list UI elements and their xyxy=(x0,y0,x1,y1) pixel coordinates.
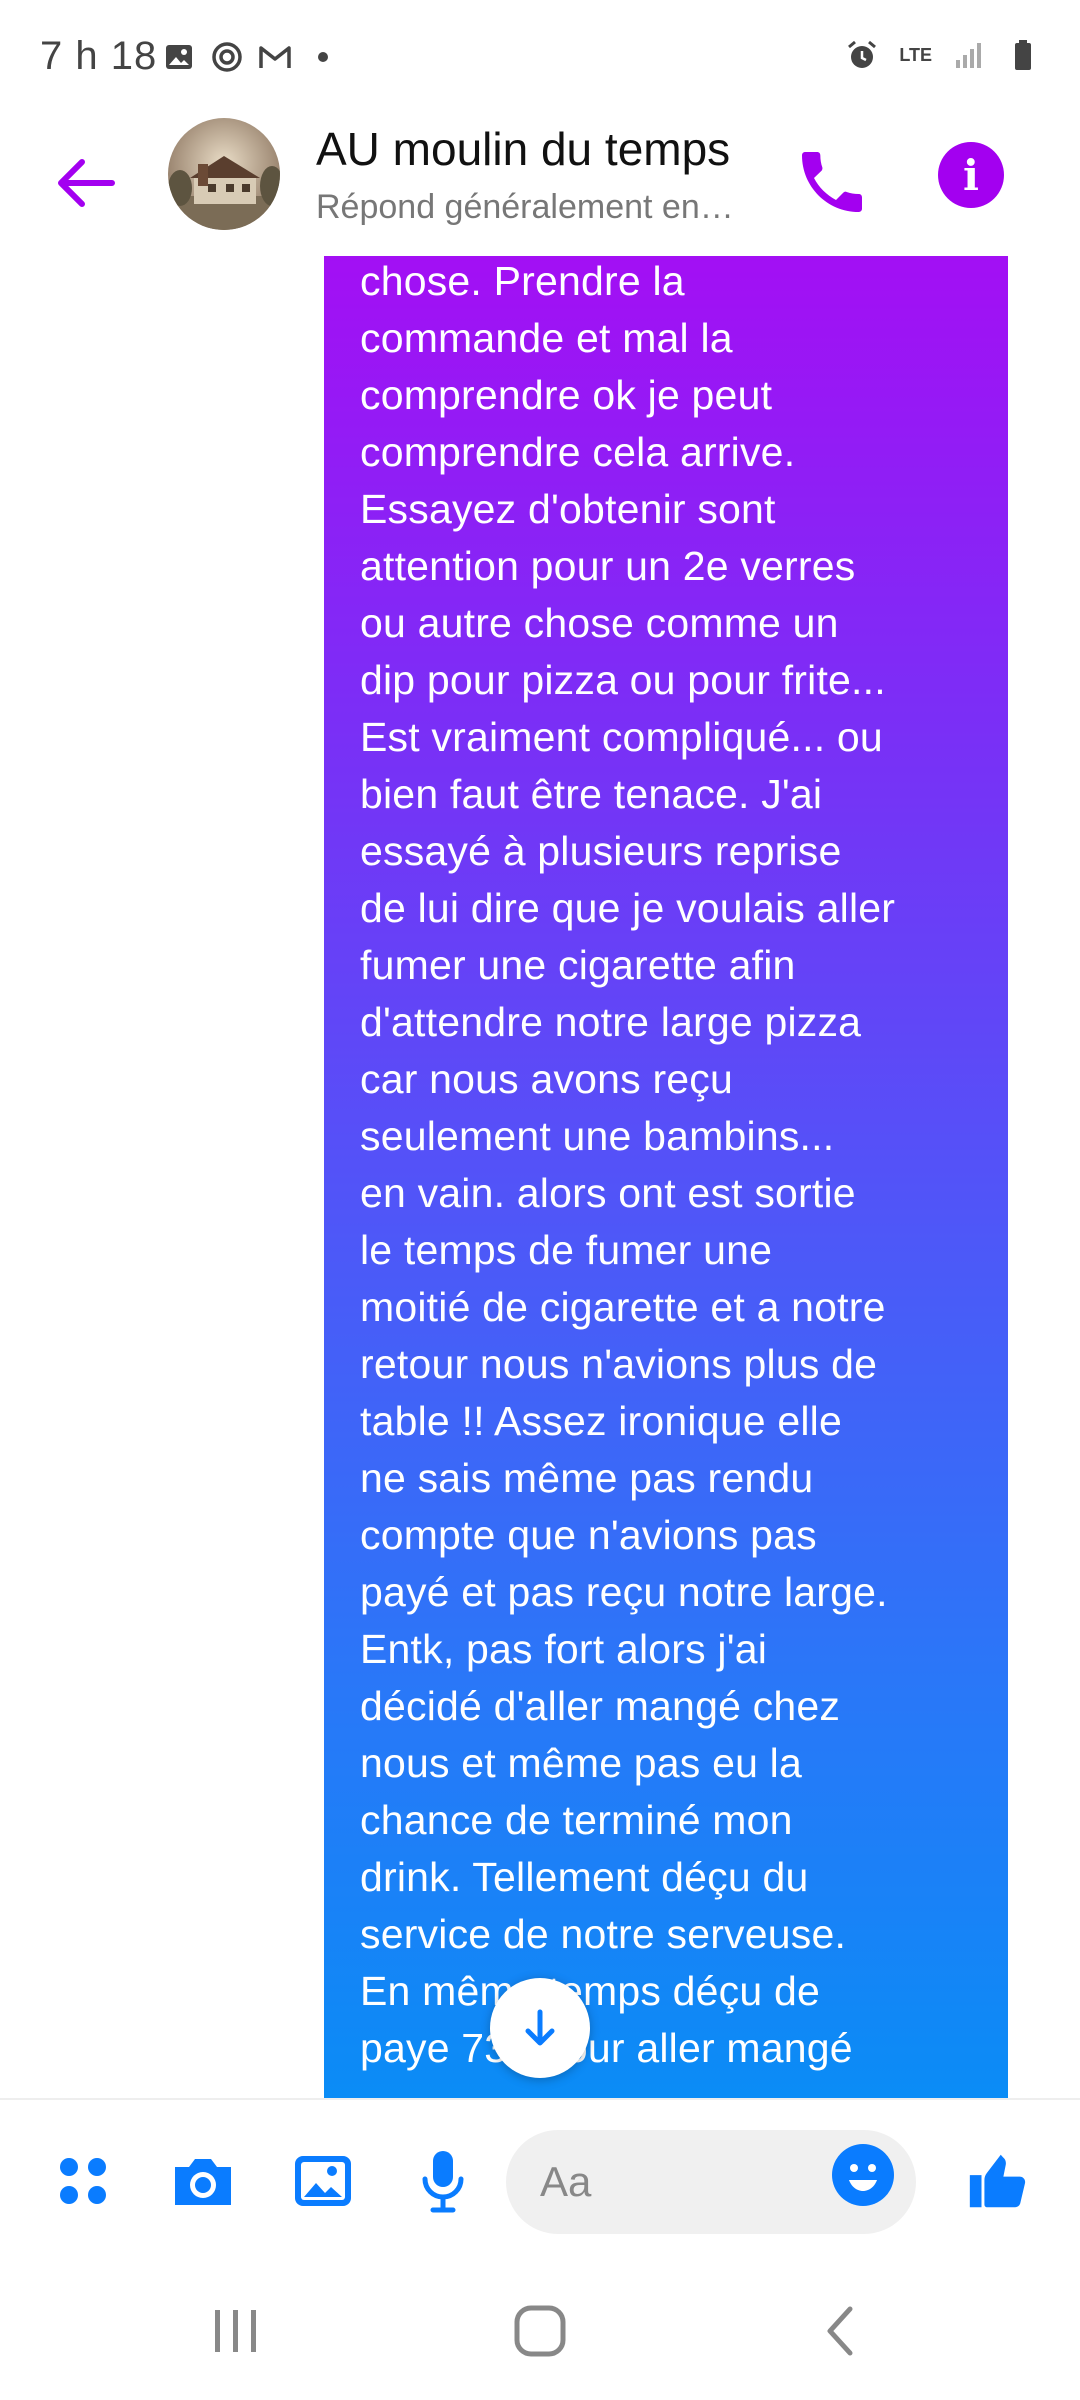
apps-button[interactable] xyxy=(46,2144,120,2218)
message-composer: Aa xyxy=(0,2098,1080,2262)
arrow-down-icon xyxy=(525,2009,555,2046)
target-notification-icon xyxy=(210,40,244,74)
sent-message-bubble[interactable]: peut pas dire la même chose. Prendre la … xyxy=(324,256,1008,2098)
info-icon: i xyxy=(963,150,979,200)
camera-button[interactable] xyxy=(166,2144,240,2218)
like-button[interactable] xyxy=(962,2144,1036,2218)
scroll-to-bottom-button[interactable] xyxy=(490,1978,590,2078)
gallery-button[interactable] xyxy=(286,2144,360,2218)
voice-button[interactable] xyxy=(406,2144,480,2218)
apps-grid-icon xyxy=(60,2158,106,2204)
emoji-icon xyxy=(833,2145,893,2205)
back-button[interactable] xyxy=(50,148,120,218)
back-nav-button[interactable] xyxy=(800,2296,880,2366)
back-icon xyxy=(827,2306,853,2356)
gallery-icon xyxy=(295,2156,351,2206)
emoji-button[interactable] xyxy=(832,2144,894,2206)
thumbs-up-icon xyxy=(969,2154,1026,2208)
home-icon xyxy=(514,2305,566,2357)
battery-icon xyxy=(1006,38,1040,72)
recent-apps-button[interactable] xyxy=(196,2296,276,2366)
system-status-icons: LTE xyxy=(845,38,1040,72)
message-thread[interactable]: peut pas dire la même chose. Prendre la … xyxy=(0,256,1080,2098)
notification-icons xyxy=(162,40,340,74)
gallery-notification-icon xyxy=(162,40,196,74)
conversation-header: AU moulin du temps Répond généralement e… xyxy=(0,118,1080,258)
home-button[interactable] xyxy=(500,2296,580,2366)
conversation-title[interactable]: AU moulin du temps xyxy=(316,122,730,176)
avatar[interactable] xyxy=(168,118,280,230)
call-button[interactable] xyxy=(792,142,872,222)
message-text: peut pas dire la même chose. Prendre la … xyxy=(360,258,896,2071)
response-time-subtitle: Répond généralement en… xyxy=(316,188,734,226)
gmail-notification-icon xyxy=(258,40,292,74)
alarm-icon xyxy=(845,38,879,72)
microphone-icon xyxy=(422,2151,464,2213)
camera-icon xyxy=(175,2159,231,2205)
dot-notification-icon xyxy=(306,40,340,74)
status-time: 7 h 18 xyxy=(40,34,158,78)
phone-icon xyxy=(802,152,862,212)
status-bar: 7 h 18 LTE xyxy=(0,0,1080,118)
lte-indicator: LTE xyxy=(899,45,932,65)
system-navigation-bar xyxy=(0,2260,1080,2400)
signal-icon xyxy=(952,38,986,72)
recent-apps-icon xyxy=(215,2310,256,2352)
back-arrow-icon xyxy=(58,159,115,207)
info-button[interactable]: i xyxy=(938,142,1004,208)
